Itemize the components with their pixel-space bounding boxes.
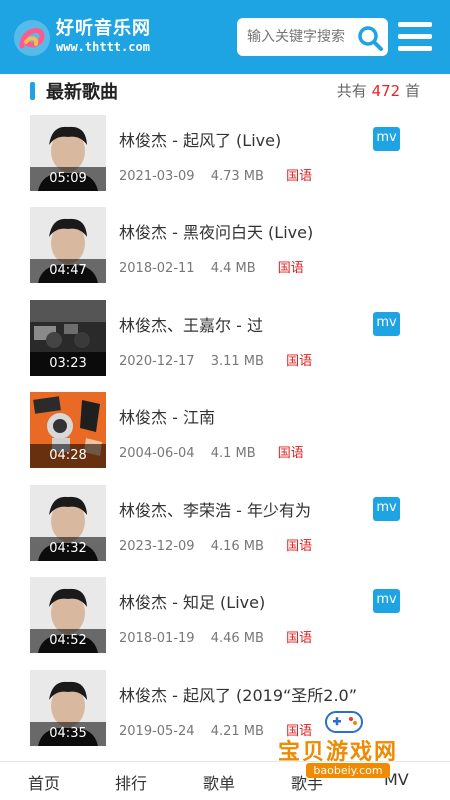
song-language: 国语 [277, 446, 304, 461]
song-meta: 2023-12-09 4.16 MB 国语 [119, 535, 312, 554]
search-icon[interactable] [356, 24, 384, 52]
song-thumbnail[interactable]: 04:32 [30, 485, 106, 561]
song-meta: 2020-12-17 3.11 MB 国语 [119, 350, 312, 369]
watermark: 宝贝游戏网 baobeiy.com [276, 706, 426, 782]
total-prefix: 共有 [336, 82, 367, 100]
watermark-text: 宝贝游戏网 [278, 740, 399, 765]
song-language: 国语 [286, 539, 313, 554]
logo-url: www.thttt.com [56, 40, 150, 54]
total-count: 472 [371, 82, 401, 100]
top-header: 好听音乐网 www.thttt.com [0, 0, 450, 74]
song-language: 国语 [277, 261, 304, 276]
menu-line [398, 34, 432, 39]
song-item[interactable]: 04:52 林俊杰 - 知足 (Live) 2018-01-19 4.46 MB… [30, 577, 420, 653]
song-title[interactable]: 林俊杰、李荣浩 - 年少有为 [119, 497, 311, 521]
song-item[interactable]: 03:23 林俊杰、王嘉尔 - 过 2020-12-17 3.11 MB 国语 … [30, 300, 420, 376]
tab-ranking[interactable]: 排行 [115, 770, 147, 794]
song-language: 国语 [286, 631, 313, 646]
mv-button[interactable]: mv [373, 312, 400, 336]
song-meta: 2021-03-09 4.73 MB 国语 [119, 165, 312, 184]
song-title[interactable]: 林俊杰 - 江南 [119, 404, 215, 428]
song-date: 2018-02-11 [119, 261, 195, 276]
menu-icon[interactable] [398, 22, 434, 52]
song-duration: 04:32 [30, 537, 106, 561]
song-item[interactable]: 04:32 林俊杰、李荣浩 - 年少有为 2023-12-09 4.16 MB … [30, 485, 420, 561]
song-date: 2023-12-09 [119, 539, 195, 554]
song-thumbnail[interactable]: 05:09 [30, 115, 106, 191]
section-accent-bar [30, 82, 35, 100]
song-language: 国语 [286, 354, 313, 369]
song-size: 4.21 MB [210, 724, 264, 739]
tab-home[interactable]: 首页 [28, 770, 60, 794]
song-title[interactable]: 林俊杰 - 起风了 (2019“圣所2.0” [119, 682, 357, 706]
song-title[interactable]: 林俊杰 - 起风了 (Live) [119, 127, 281, 151]
song-thumbnail[interactable]: 04:52 [30, 577, 106, 653]
song-duration: 05:09 [30, 167, 106, 191]
song-size: 4.1 MB [210, 446, 256, 461]
song-total: 共有 472 首 [337, 80, 420, 101]
song-duration: 03:23 [30, 352, 106, 376]
song-duration: 04:52 [30, 629, 106, 653]
section-header: 最新歌曲 共有 472 首 [30, 76, 420, 103]
mv-button[interactable]: mv [373, 497, 400, 521]
song-date: 2018-01-19 [119, 631, 195, 646]
song-size: 3.11 MB [210, 354, 264, 369]
menu-line [398, 22, 432, 27]
song-size: 4.16 MB [210, 539, 264, 554]
song-date: 2021-03-09 [119, 169, 195, 184]
mv-button[interactable]: mv [373, 589, 400, 613]
song-title[interactable]: 林俊杰 - 黑夜问白天 (Live) [119, 219, 313, 243]
menu-line [398, 46, 432, 51]
song-date: 2020-12-17 [119, 354, 195, 369]
tab-playlists[interactable]: 歌单 [203, 770, 235, 794]
song-title[interactable]: 林俊杰、王嘉尔 - 过 [119, 312, 263, 336]
song-duration: 04:47 [30, 259, 106, 283]
mv-button[interactable]: mv [373, 127, 400, 151]
song-date: 2004-06-04 [119, 446, 195, 461]
song-item[interactable]: 04:47 林俊杰 - 黑夜问白天 (Live) 2018-02-11 4.4 … [30, 207, 420, 283]
song-item[interactable]: 04:28 林俊杰 - 江南 2004-06-04 4.1 MB 国语 [30, 392, 420, 468]
search-box [237, 18, 388, 56]
song-thumbnail[interactable]: 04:28 [30, 392, 106, 468]
song-meta: 2018-02-11 4.4 MB 国语 [119, 257, 304, 276]
watermark-url: baobeiy.com [306, 763, 390, 778]
logo-icon[interactable] [12, 18, 52, 58]
song-duration: 04:28 [30, 444, 106, 468]
song-meta: 2004-06-04 4.1 MB 国语 [119, 442, 304, 461]
song-meta: 2018-01-19 4.46 MB 国语 [119, 627, 312, 646]
song-title[interactable]: 林俊杰 - 知足 (Live) [119, 589, 265, 613]
gamepad-icon [322, 706, 366, 736]
song-thumbnail[interactable]: 04:35 [30, 670, 106, 746]
song-size: 4.73 MB [210, 169, 264, 184]
section-title: 最新歌曲 [46, 82, 118, 103]
song-language: 国语 [286, 169, 313, 184]
logo-name[interactable]: 好听音乐网 [56, 14, 151, 40]
song-thumbnail[interactable]: 04:47 [30, 207, 106, 283]
song-thumbnail[interactable]: 03:23 [30, 300, 106, 376]
total-suffix: 首 [404, 82, 420, 100]
song-item[interactable]: 05:09 林俊杰 - 起风了 (Live) 2021-03-09 4.73 M… [30, 115, 420, 191]
song-size: 4.4 MB [210, 261, 256, 276]
search-input[interactable] [247, 18, 353, 56]
song-duration: 04:35 [30, 722, 106, 746]
song-date: 2019-05-24 [119, 724, 195, 739]
song-size: 4.46 MB [210, 631, 264, 646]
